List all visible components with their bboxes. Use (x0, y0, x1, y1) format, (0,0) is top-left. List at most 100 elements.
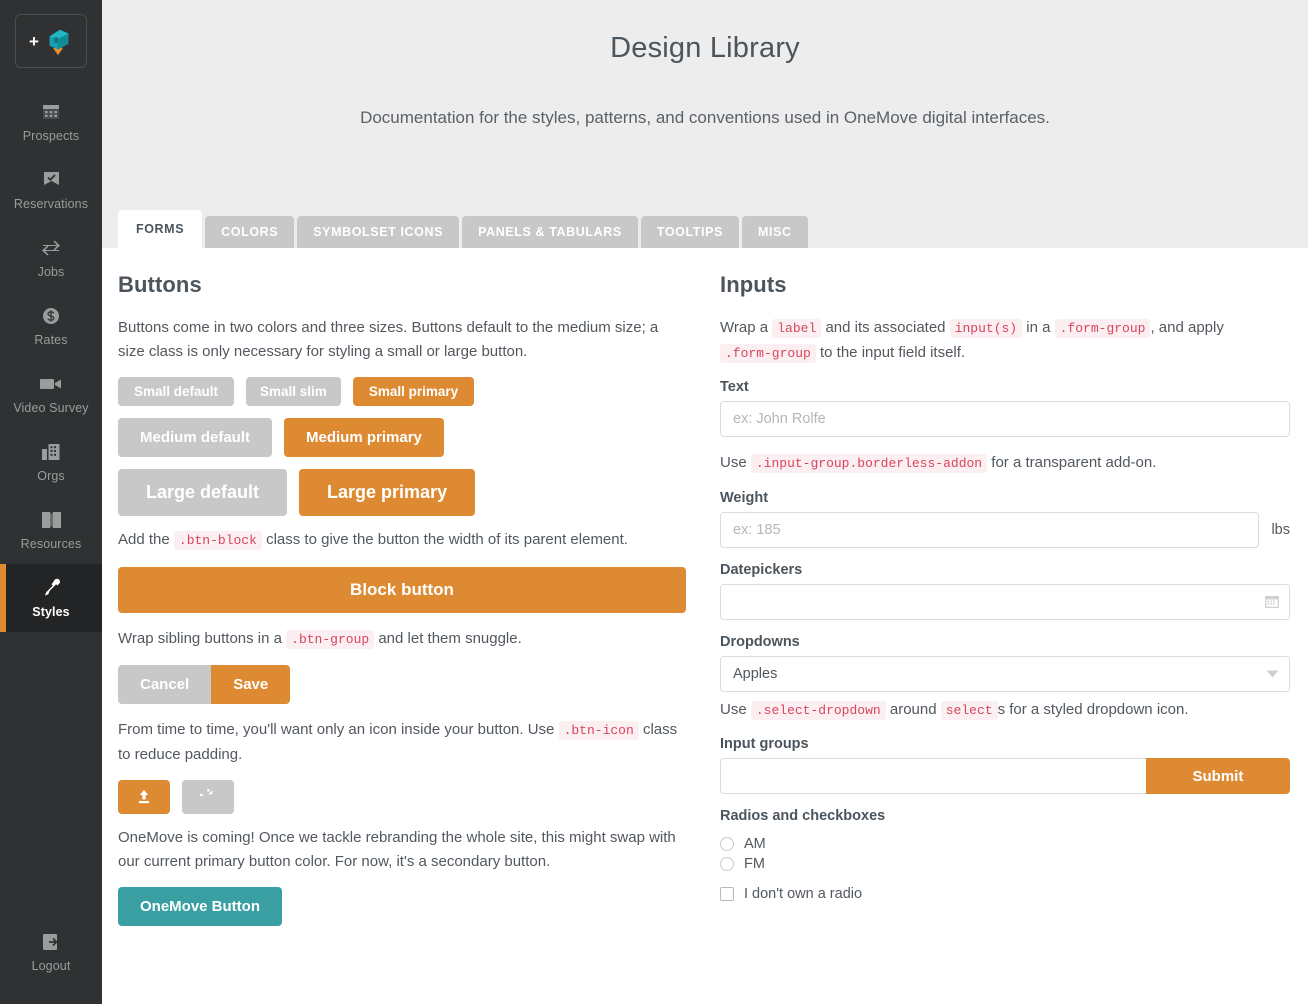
onemove-logo-button[interactable]: + (15, 14, 87, 68)
datepicker-label: Datepickers (720, 561, 803, 578)
sidebar-item-video-survey[interactable]: Video Survey (0, 360, 102, 428)
cancel-save-button-group: Cancel Save (118, 665, 686, 704)
sidebar-item-label: Reservations (13, 197, 89, 211)
text-input[interactable] (720, 401, 1290, 437)
select-dropdown-description: Use .select-dropdown around select s for … (720, 698, 1290, 723)
small-default-button[interactable]: Small default (118, 377, 235, 406)
checkbox-no-radio[interactable]: I don't own a radio (720, 886, 1290, 902)
sidebar-item-label: Rates (34, 333, 68, 347)
block-button-description: Add the .btn-block class to give the but… (118, 528, 686, 553)
cancel-button[interactable]: Cancel (118, 665, 212, 704)
sidebar-item-reservations[interactable]: Reservations (0, 156, 102, 224)
small-slim-button[interactable]: Small slim (246, 377, 341, 406)
large-default-button[interactable]: Large default (118, 469, 288, 516)
dropdown-form-group: Dropdowns (720, 634, 1290, 692)
main-area: Design Library Documentation for the sty… (102, 0, 1308, 1004)
tab-forms[interactable]: FORMS (118, 210, 203, 248)
input-groups-label: Input groups (720, 736, 809, 752)
onemove-description: OneMove is coming! Once we tackle rebran… (118, 829, 676, 870)
sidebar: + Prospects Reservations Jobs Rates Vide… (0, 0, 102, 1004)
transfer-arrows-icon (41, 238, 61, 258)
sidebar-item-styles[interactable]: Styles (0, 564, 102, 632)
weight-input-group: lbs (720, 511, 1290, 548)
btn-group-code: .btn-group (286, 629, 375, 649)
upload-button[interactable] (118, 780, 170, 814)
page-title: Design Library (610, 32, 800, 64)
sidebar-item-label: Jobs (37, 265, 65, 279)
weight-unit-addon: lbs (1271, 521, 1290, 538)
input-groups-form-group: Input groups Submit (720, 736, 1290, 794)
tab-misc[interactable]: MISC (741, 216, 808, 248)
submit-input-group: Submit (720, 758, 1290, 794)
dollar-circle-icon (42, 306, 60, 326)
save-button[interactable]: Save (211, 665, 291, 704)
borderless-addon-code: .input-group.borderless-addon (750, 454, 988, 473)
radio-circle-icon[interactable] (720, 857, 734, 871)
radio-fm-label: FM (744, 856, 765, 872)
intro-text-2: and its associated (825, 319, 946, 336)
app-root: + Prospects Reservations Jobs Rates Vide… (0, 0, 1308, 1004)
sidebar-item-label: Styles (32, 605, 70, 619)
checkbox-square-icon[interactable] (720, 887, 734, 901)
inputs-heading: Inputs (720, 272, 787, 297)
dropdown-text-3: s for a styled dropdown icon. (997, 700, 1189, 718)
btn-group-description: Wrap sibling buttons in a .btn-group and… (118, 627, 686, 652)
dropdown-label: Dropdowns (720, 633, 800, 650)
inputs-intro: Wrap a label and its associated input(s)… (720, 316, 1290, 365)
intro-text-5: to the input field itself. (820, 343, 966, 361)
submit-button[interactable]: Submit (1145, 758, 1290, 794)
sidebar-item-jobs[interactable]: Jobs (0, 224, 102, 292)
page-header: Design Library Documentation for the sty… (102, 0, 1308, 248)
datepicker-input[interactable] (720, 583, 1290, 620)
sidebar-nav: Prospects Reservations Jobs Rates Video … (0, 88, 102, 632)
input-group-input[interactable] (720, 758, 1146, 794)
datepicker-form-group: Datepickers (720, 562, 1290, 620)
dropdown-text-1: Use (720, 700, 747, 718)
tab-tooltips[interactable]: TOOLTIPS (640, 216, 739, 248)
radio-circle-icon[interactable] (720, 837, 734, 851)
sidebar-item-resources[interactable]: Resources (0, 496, 102, 564)
buttons-heading: Buttons (118, 272, 202, 297)
btn-icon-code: .btn-icon (558, 721, 639, 740)
block-text-2: class to give the button the width of it… (266, 531, 628, 548)
btn-icon-description: From time to time, you'll want only an i… (118, 718, 686, 766)
buttons-section: Buttons Buttons come in two colors and t… (102, 272, 704, 926)
sidebar-item-prospects[interactable]: Prospects (0, 88, 102, 156)
block-text-1: Add the (118, 531, 170, 548)
refresh-button[interactable] (182, 780, 234, 814)
large-primary-button[interactable]: Large primary (299, 469, 476, 516)
small-primary-button[interactable]: Small primary (352, 377, 475, 406)
icon-text-1: From time to time, you'll want only an i… (118, 721, 555, 738)
sidebar-item-orgs[interactable]: Orgs (0, 428, 102, 496)
tab-symbolset-icons[interactable]: SYMBOLSET ICONS (297, 216, 460, 248)
upload-icon (139, 790, 149, 804)
radio-am-label: AM (744, 836, 766, 852)
tab-panels-tabulars[interactable]: PANELS & TABULARS (462, 216, 638, 248)
dropdown-select[interactable] (720, 655, 1290, 692)
block-button[interactable]: Block button (118, 566, 686, 613)
weight-input[interactable] (720, 511, 1260, 548)
select-code: select (940, 700, 998, 720)
weight-form-group: Weight lbs (720, 490, 1290, 548)
group-text-1: Wrap sibling buttons in a (118, 629, 282, 647)
addon-text-1: Use (720, 454, 747, 471)
radios-checkboxes-label: Radios and checkboxes (720, 808, 886, 824)
radio-am[interactable]: AM (720, 836, 1290, 852)
inputs-section: Inputs Wrap a label and its associated i… (704, 272, 1308, 926)
buttons-intro: Buttons come in two colors and three siz… (118, 319, 659, 360)
text-label: Text (720, 379, 749, 395)
sidebar-item-logout[interactable]: Logout (0, 918, 102, 986)
logo-wrap: + (0, 0, 102, 68)
logout-arrow-icon (43, 932, 59, 952)
checked-badge-icon (43, 170, 60, 190)
tab-colors[interactable]: COLORS (205, 216, 295, 248)
sidebar-item-rates[interactable]: Rates (0, 292, 102, 360)
medium-primary-button[interactable]: Medium primary (284, 418, 444, 457)
radio-fm[interactable]: FM (720, 856, 1290, 872)
medium-default-button[interactable]: Medium default (118, 418, 273, 457)
medium-buttons-row: Medium default Medium primary (118, 418, 686, 457)
sidebar-item-label: Orgs (37, 469, 65, 483)
onemove-button[interactable]: OneMove Button (118, 887, 282, 926)
open-book-icon (41, 510, 61, 530)
rocket-house-icon (49, 29, 69, 56)
